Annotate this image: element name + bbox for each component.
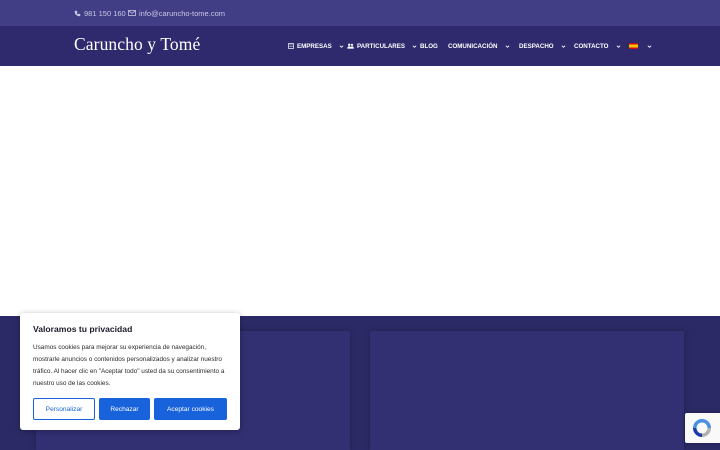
- nav-item-comunicacion[interactable]: COMUNICACIÓN: [448, 26, 510, 66]
- main-header: Caruncho y Tomé EMPRESAS PARTICULARES BL…: [0, 26, 720, 66]
- customize-cookies-button[interactable]: Personalizar: [33, 398, 95, 420]
- cookie-description: Usamos cookies para mejorar su experienc…: [33, 344, 225, 387]
- hero-area: [0, 66, 720, 316]
- nav-label: PARTICULARES: [357, 42, 406, 50]
- chevron-down-icon: [647, 44, 652, 48]
- cookie-consent-banner: Valoramos tu privacidad Usamos cookies p…: [20, 313, 240, 430]
- nav-label: EMPRESAS: [297, 42, 332, 50]
- nav-label: DESPACHO: [519, 42, 554, 50]
- accept-cookies-button[interactable]: Aceptar cookies: [154, 398, 227, 420]
- phone-link[interactable]: 981 150 160: [74, 0, 126, 26]
- chevron-down-icon: [339, 44, 344, 48]
- chevron-down-icon: [505, 44, 509, 48]
- service-card: [370, 331, 684, 450]
- nav-label: CONTACTO: [574, 42, 609, 50]
- nav-item-despacho[interactable]: DESPACHO: [519, 26, 566, 66]
- email-address: info@caruncho-tome.com: [139, 8, 225, 18]
- site-logo[interactable]: Caruncho y Tomé: [74, 34, 200, 55]
- nav-item-particulares[interactable]: PARTICULARES: [347, 26, 417, 66]
- chevron-down-icon: [412, 44, 417, 48]
- reject-cookies-button[interactable]: Rechazar: [99, 398, 150, 420]
- users-icon: [347, 43, 354, 49]
- language-selector[interactable]: [629, 26, 652, 66]
- recaptcha-icon: [693, 419, 711, 437]
- top-bar: 981 150 160 info@caruncho-tome.com: [0, 0, 720, 26]
- nav-item-blog[interactable]: BLOG: [420, 26, 438, 66]
- chevron-down-icon: [561, 44, 566, 48]
- recaptcha-badge[interactable]: [685, 413, 720, 443]
- building-icon: [288, 43, 294, 49]
- phone-number: 981 150 160: [84, 8, 126, 18]
- envelope-icon: [128, 10, 136, 16]
- nav-label: COMUNICACIÓN: [448, 42, 498, 50]
- nav-item-empresas[interactable]: EMPRESAS: [288, 26, 344, 66]
- nav-label: BLOG: [420, 42, 438, 50]
- email-link[interactable]: info@caruncho-tome.com: [128, 0, 225, 26]
- cookie-title: Valoramos tu privacidad: [33, 324, 133, 334]
- spain-flag-icon: [629, 43, 638, 49]
- phone-icon: [74, 10, 81, 16]
- chevron-down-icon: [616, 44, 620, 48]
- nav-item-contacto[interactable]: CONTACTO: [574, 26, 621, 66]
